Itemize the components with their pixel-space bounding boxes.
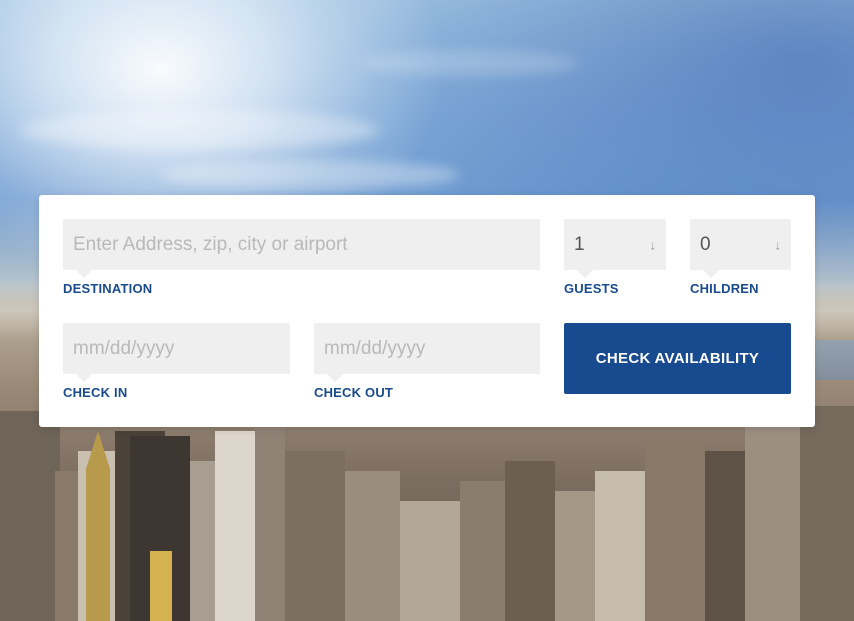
chevron-down-icon: ↓ [774, 237, 782, 252]
check-in-input[interactable]: mm/dd/yyyy [63, 323, 290, 382]
children-label: CHILDREN [690, 281, 759, 296]
availability-form: Enter Address, zip, city or airport DEST… [39, 195, 815, 427]
cloud [360, 50, 580, 76]
children-value: 0 [700, 233, 711, 255]
cloud [20, 110, 380, 150]
check-out-label: CHECK OUT [314, 385, 394, 400]
hero-background: Enter Address, zip, city or airport DEST… [0, 0, 854, 621]
children-select[interactable]: 0 ↓ [690, 219, 791, 278]
check-in-placeholder: mm/dd/yyyy [73, 337, 175, 359]
check-in-label: CHECK IN [63, 385, 128, 400]
check-availability-button[interactable]: CHECK AVAILABILITY [564, 323, 791, 394]
check-out-placeholder: mm/dd/yyyy [324, 337, 426, 359]
destination-placeholder: Enter Address, zip, city or airport [73, 233, 348, 255]
destination-label: DESTINATION [63, 281, 153, 296]
destination-input[interactable]: Enter Address, zip, city or airport [63, 219, 540, 278]
guests-label: GUESTS [564, 281, 619, 296]
guests-value: 1 [574, 233, 585, 255]
guests-select[interactable]: 1 ↓ [564, 219, 666, 278]
cloud [160, 160, 460, 190]
check-out-input[interactable]: mm/dd/yyyy [314, 323, 540, 382]
chevron-down-icon: ↓ [649, 237, 657, 252]
